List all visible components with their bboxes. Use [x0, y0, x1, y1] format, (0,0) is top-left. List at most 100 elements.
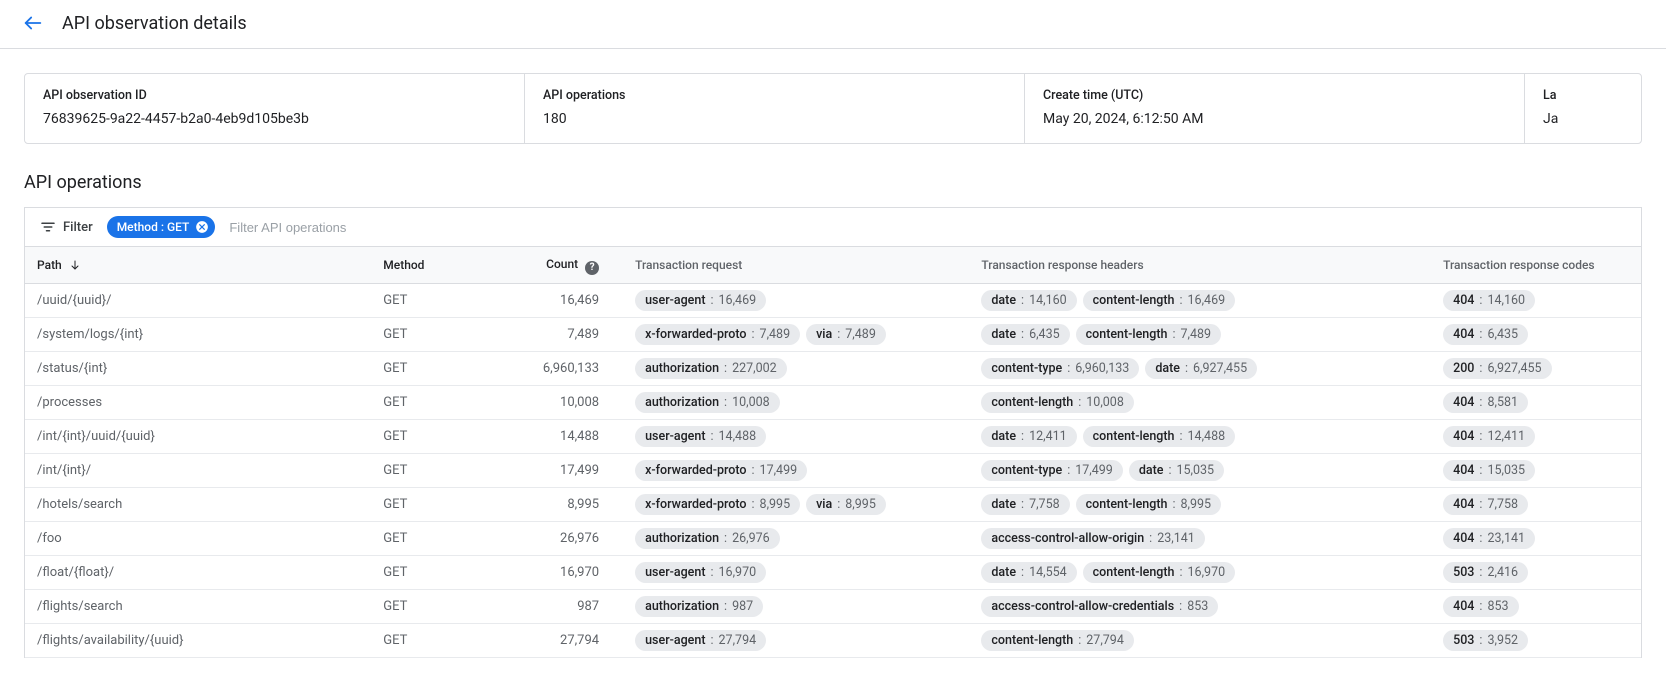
chip[interactable]: 404 : 6,435: [1443, 324, 1528, 345]
chip-val: 7,489: [1181, 327, 1212, 342]
chip-key: access-control-allow-credentials: [991, 599, 1174, 614]
cell-req: authorization : 227,002: [623, 351, 969, 385]
chip-key: user-agent: [645, 293, 705, 308]
chip-val: 227,002: [732, 361, 777, 376]
chip[interactable]: 503 : 2,416: [1443, 562, 1528, 583]
chip[interactable]: 404 : 853: [1443, 596, 1518, 617]
table-row[interactable]: /flights/availability/{uuid}GET27,794use…: [25, 623, 1641, 657]
table-row[interactable]: /float/{float}/GET16,970user-agent : 16,…: [25, 555, 1641, 589]
cell-method: GET: [371, 521, 486, 555]
arrow-down-icon: [69, 260, 81, 274]
chip[interactable]: date : 6,927,455: [1145, 358, 1257, 379]
chip-val: 6,435: [1029, 327, 1060, 342]
chip-val: 26,976: [732, 531, 770, 546]
chip-val: 7,489: [760, 327, 791, 342]
chip-key: 404: [1453, 327, 1474, 342]
chip[interactable]: content-length : 27,794: [981, 630, 1133, 651]
cell-req: x-forwarded-proto : 7,489 via : 7,489: [623, 317, 969, 351]
col-resp-codes[interactable]: Transaction response codes: [1431, 247, 1641, 284]
help-icon[interactable]: ?: [585, 261, 599, 275]
filter-chip-text: Method : GET: [117, 220, 190, 234]
filter-button[interactable]: Filter: [35, 214, 97, 240]
chip[interactable]: authorization : 10,008: [635, 392, 780, 413]
chip[interactable]: access-control-allow-credentials : 853: [981, 596, 1218, 617]
chip[interactable]: content-length : 10,008: [981, 392, 1133, 413]
chip[interactable]: user-agent : 16,469: [635, 290, 766, 311]
table-row[interactable]: /processesGET10,008authorization : 10,00…: [25, 385, 1641, 419]
summary-create-label: Create time (UTC): [1043, 88, 1506, 103]
chip[interactable]: content-length : 8,995: [1076, 494, 1221, 515]
filter-input[interactable]: [225, 216, 1631, 239]
cell-method: GET: [371, 283, 486, 317]
table-row[interactable]: /system/logs/{int}GET7,489x-forwarded-pr…: [25, 317, 1641, 351]
col-count[interactable]: Count ?: [487, 247, 623, 284]
chip[interactable]: content-length : 16,469: [1083, 290, 1235, 311]
cell-count: 16,469: [487, 283, 623, 317]
chip[interactable]: content-length : 14,488: [1083, 426, 1235, 447]
chip-val: 853: [1487, 599, 1508, 614]
chip[interactable]: 503 : 3,952: [1443, 630, 1528, 651]
chip[interactable]: date : 12,411: [981, 426, 1076, 447]
chip-val: 14,160: [1029, 293, 1067, 308]
chip-key: user-agent: [645, 429, 705, 444]
chip[interactable]: user-agent : 14,488: [635, 426, 766, 447]
chip[interactable]: 404 : 7,758: [1443, 494, 1528, 515]
chip[interactable]: x-forwarded-proto : 17,499: [635, 460, 807, 481]
cell-resp-headers: access-control-allow-credentials : 853: [969, 589, 1431, 623]
chip[interactable]: 404 : 15,035: [1443, 460, 1535, 481]
chip[interactable]: date : 15,035: [1129, 460, 1224, 481]
col-path[interactable]: Path: [25, 247, 371, 284]
close-icon[interactable]: [195, 220, 209, 234]
chip-key: authorization: [645, 361, 719, 376]
chip-key: 503: [1453, 633, 1474, 648]
chip[interactable]: 404 : 23,141: [1443, 528, 1535, 549]
chip[interactable]: user-agent : 27,794: [635, 630, 766, 651]
summary-id-value: 76839625-9a22-4457-b2a0-4eb9d105be3b: [43, 111, 506, 127]
chip[interactable]: date : 7,758: [981, 494, 1069, 515]
chip-key: 404: [1453, 429, 1474, 444]
cell-req: authorization : 10,008: [623, 385, 969, 419]
chip[interactable]: 404 : 12,411: [1443, 426, 1535, 447]
chip[interactable]: 404 : 8,581: [1443, 392, 1528, 413]
chip-val: 23,141: [1157, 531, 1195, 546]
chip[interactable]: date : 6,435: [981, 324, 1069, 345]
table-row[interactable]: /status/{int}GET6,960,133authorization :…: [25, 351, 1641, 385]
table-row[interactable]: /flights/searchGET987authorization : 987…: [25, 589, 1641, 623]
chip[interactable]: x-forwarded-proto : 8,995: [635, 494, 800, 515]
chip[interactable]: authorization : 987: [635, 596, 763, 617]
chip[interactable]: authorization : 26,976: [635, 528, 780, 549]
table-row[interactable]: /hotels/searchGET8,995x-forwarded-proto …: [25, 487, 1641, 521]
table-row[interactable]: /uuid/{uuid}/GET16,469user-agent : 16,46…: [25, 283, 1641, 317]
chip[interactable]: x-forwarded-proto : 7,489: [635, 324, 800, 345]
filter-chip-method[interactable]: Method : GET: [107, 216, 216, 238]
table-row[interactable]: /int/{int}/GET17,499x-forwarded-proto : …: [25, 453, 1641, 487]
back-arrow-icon[interactable]: [22, 12, 44, 34]
chip[interactable]: access-control-allow-origin : 23,141: [981, 528, 1204, 549]
chip-val: 15,035: [1177, 463, 1215, 478]
chip[interactable]: via : 7,489: [806, 324, 886, 345]
chip[interactable]: content-length : 7,489: [1076, 324, 1221, 345]
chip[interactable]: content-length : 16,970: [1083, 562, 1235, 583]
col-method[interactable]: Method: [371, 247, 486, 284]
cell-method: GET: [371, 623, 486, 657]
summary-id: API observation ID 76839625-9a22-4457-b2…: [25, 74, 525, 143]
chip[interactable]: content-type : 17,499: [981, 460, 1122, 481]
table-row[interactable]: /int/{int}/uuid/{uuid}GET14,488user-agen…: [25, 419, 1641, 453]
chip-key: via: [816, 497, 832, 512]
chip[interactable]: 404 : 14,160: [1443, 290, 1535, 311]
cell-count: 27,794: [487, 623, 623, 657]
page-title: API observation details: [62, 13, 247, 34]
chip[interactable]: authorization : 227,002: [635, 358, 787, 379]
col-resp-headers[interactable]: Transaction response headers: [969, 247, 1431, 284]
chip[interactable]: user-agent : 16,970: [635, 562, 766, 583]
chip[interactable]: via : 8,995: [806, 494, 886, 515]
chip[interactable]: content-type : 6,960,133: [981, 358, 1139, 379]
chip-key: content-length: [1093, 429, 1175, 444]
chip[interactable]: date : 14,160: [981, 290, 1076, 311]
col-req[interactable]: Transaction request: [623, 247, 969, 284]
chip[interactable]: date : 14,554: [981, 562, 1076, 583]
cell-path: /foo: [25, 521, 371, 555]
filter-row: Filter Method : GET: [24, 207, 1642, 246]
table-row[interactable]: /fooGET 26,976authorization : 26,976 acces…: [25, 521, 1641, 555]
chip[interactable]: 200 : 6,927,455: [1443, 358, 1551, 379]
